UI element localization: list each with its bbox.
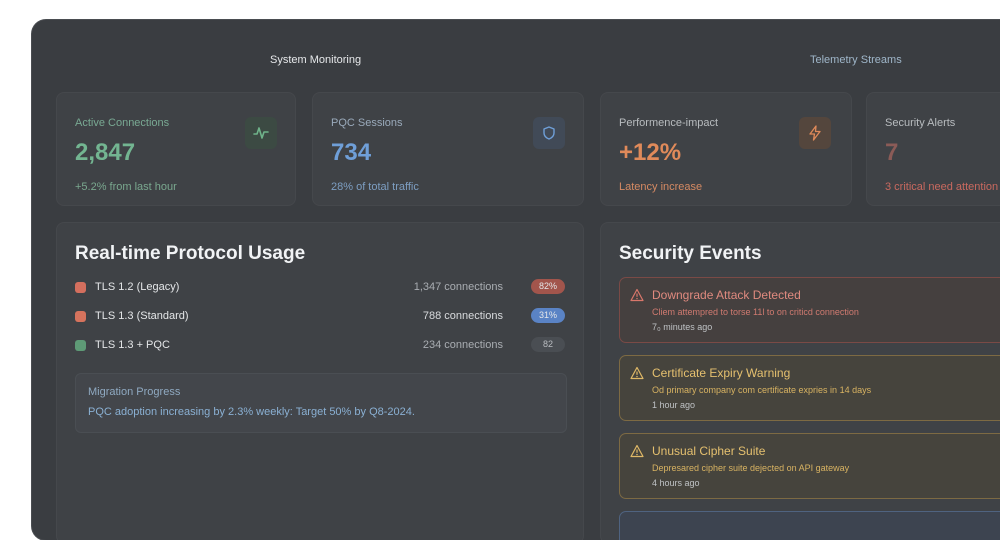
security-event-item[interactable]: Unusual Cipher Suite Depresared cipher s… <box>619 433 1000 499</box>
security-event-item[interactable] <box>619 511 1000 540</box>
event-title: Unusual Cipher Suite <box>652 444 766 458</box>
pqc-sessions-card[interactable]: PQC Sessions 734 28% of total traffic <box>312 92 584 206</box>
card-value: 7 <box>885 139 899 166</box>
migration-progress-box: Migration Progress PQC adoption increasi… <box>75 373 567 433</box>
security-alerts-card[interactable]: Security Alerts 7 3 critical need attent… <box>866 92 1000 206</box>
card-title: Security Alerts <box>885 117 956 129</box>
event-title: Certificate Expiry Warning <box>652 366 791 380</box>
telemetry-streams-heading: Telemetry Streams <box>810 54 902 66</box>
event-timestamp: 4 hours ago <box>652 478 700 488</box>
card-title: Active Connections <box>75 117 170 129</box>
activity-icon <box>245 117 277 149</box>
card-value: 734 <box>331 139 372 166</box>
card-subtitle: 28% of total traffic <box>331 181 419 193</box>
event-timestamp: 1 hour ago <box>652 400 696 410</box>
event-description: Cliem attempred to torse 11l to on criti… <box>652 307 859 317</box>
warning-icon <box>630 366 644 380</box>
card-title: PQC Sessions <box>331 117 403 129</box>
connection-count: 788 connections <box>422 310 503 322</box>
connection-count: 234 connections <box>422 339 503 351</box>
card-value: +12% <box>619 139 682 166</box>
protocol-row[interactable]: TLS 1.2 (Legacy) 1,347 connections 82% <box>75 279 565 297</box>
bolt-icon <box>799 117 831 149</box>
warning-icon <box>630 444 644 458</box>
event-title: Downgrade Attack Detected <box>652 288 801 302</box>
migration-text: PQC adoption increasing by 2.3% weekly: … <box>88 406 415 418</box>
percentage-badge: 31% <box>531 308 565 323</box>
security-event-item[interactable]: Certificate Expiry Warning Od primary co… <box>619 355 1000 421</box>
security-event-item[interactable]: Downgrade Attack Detected Cliem attempre… <box>619 277 1000 343</box>
protocol-row[interactable]: TLS 1.3 (Standard) 788 connections 31% <box>75 308 565 326</box>
card-subtitle: Latency increase <box>619 181 703 193</box>
card-subtitle: +5.2% from last hour <box>75 181 177 193</box>
card-value: 2,847 <box>75 139 136 166</box>
protocol-label: TLS 1.2 (Legacy) <box>95 281 180 293</box>
security-events-title: Security Events <box>619 243 762 264</box>
legend-swatch <box>75 311 86 322</box>
warning-icon <box>630 288 644 302</box>
protocol-label: TLS 1.3 (Standard) <box>95 310 189 322</box>
event-description: Od primary company com certificate expri… <box>652 385 872 395</box>
header-bar: System Monitoring Telemetry Streams <box>32 20 1000 100</box>
event-timestamp: 7₀ minutes ago <box>652 322 713 332</box>
event-description: Depresared cipher suite dejected on API … <box>652 463 850 473</box>
card-title: Performence-impact <box>619 117 719 129</box>
system-monitoring-heading: System Monitoring <box>270 54 362 66</box>
migration-title: Migration Progress <box>88 386 181 398</box>
protocol-usage-panel: Real-time Protocol Usage TLS 1.2 (Legacy… <box>56 222 584 540</box>
legend-swatch <box>75 282 86 293</box>
legend-swatch <box>75 340 86 351</box>
dashboard-window: System Monitoring Telemetry Streams Acti… <box>32 20 1000 540</box>
percentage-badge: 82% <box>531 279 565 294</box>
connection-count: 1,347 connections <box>413 281 503 293</box>
performance-impact-card[interactable]: Performence-impact +12% Latency increase <box>600 92 852 206</box>
shield-icon <box>533 117 565 149</box>
security-events-panel: Security Events Downgrade Attack Detecte… <box>600 222 1000 540</box>
active-connections-card[interactable]: Active Connections 2,847 +5.2% from last… <box>56 92 296 206</box>
card-subtitle: 3 critical need attention <box>885 181 999 193</box>
protocol-label: TLS 1.3 + PQC <box>95 339 170 351</box>
protocol-row[interactable]: TLS 1.3 + PQC 234 connections 82 <box>75 337 565 355</box>
percentage-badge: 82 <box>531 337 565 352</box>
protocol-usage-title: Real-time Protocol Usage <box>75 243 306 264</box>
